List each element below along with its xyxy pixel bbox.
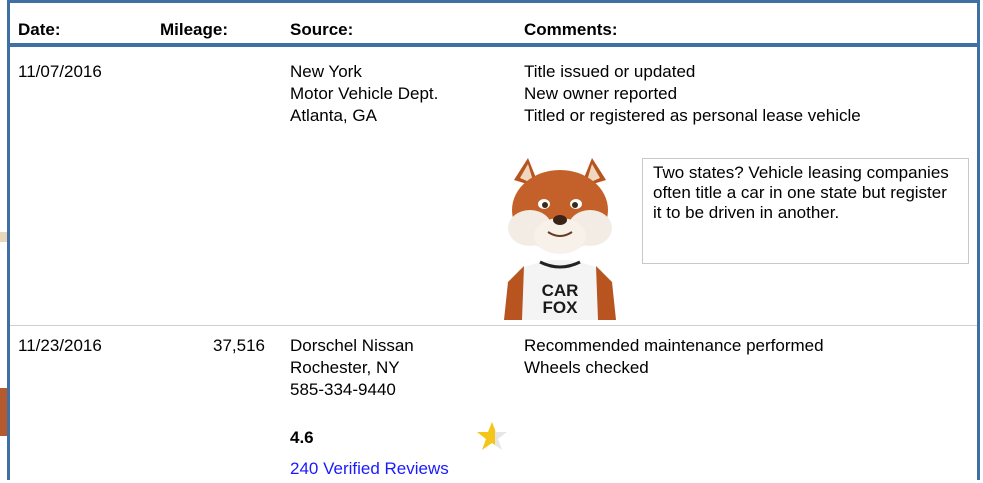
record-source: Dorschel Nissan Rochester, NY 585-334-94… [290,335,414,401]
rating-star-icon [477,422,507,450]
table-header: Date: Mileage: Source: Comments: [10,3,977,43]
column-header-source: Source: [290,20,354,39]
source-line: Rochester, NY [290,358,400,377]
dealer-rating-score: 4.6 [290,428,314,447]
header-divider [10,43,977,47]
vehicle-history-view: Date: Mileage: Source: Comments: 11/07/2… [0,0,983,480]
source-line: Motor Vehicle Dept. [290,84,439,103]
comment-line: New owner reported [524,84,678,103]
source-line: Dorschel Nissan [290,336,414,355]
record-date: 11/07/2016 [18,62,102,81]
lease-info-callout: Two states? Vehicle leasing companies of… [642,158,969,264]
source-line: Atlanta, GA [290,106,377,125]
source-line: New York [290,62,362,81]
comment-line: Recommended maintenance performed [524,336,824,355]
column-header-mileage: Mileage: [160,20,229,39]
record-comments: Title issued or updated New owner report… [524,61,861,127]
left-edge-decoration [0,232,7,242]
left-edge-artwork [0,0,10,480]
mascot-shirt-text: FOX [543,298,579,317]
record-comments: Recommended maintenance performed Wheels… [524,335,824,379]
column-header-comments: Comments: [524,20,618,39]
carfox-mascot-image: CAR FOX [504,158,616,320]
source-line: 585-334-9440 [290,380,396,399]
column-header-date: Date: [18,20,61,39]
left-edge-mascot-fragment [0,388,7,436]
table-row: 11/23/2016 37,516 Dorschel Nissan Roches… [10,335,977,483]
comment-line: Wheels checked [524,358,649,377]
comment-line: Title issued or updated [524,62,696,81]
record-mileage: 37,516 [213,336,265,355]
record-source: New York Motor Vehicle Dept. Atlanta, GA [290,61,438,127]
comment-line: Titled or registered as personal lease v… [524,106,861,125]
record-date: 11/23/2016 [18,336,102,355]
row-divider [10,325,977,326]
verified-reviews-link[interactable]: 240 Verified Reviews [290,459,449,479]
history-table: Date: Mileage: Source: Comments: 11/07/2… [10,0,980,480]
